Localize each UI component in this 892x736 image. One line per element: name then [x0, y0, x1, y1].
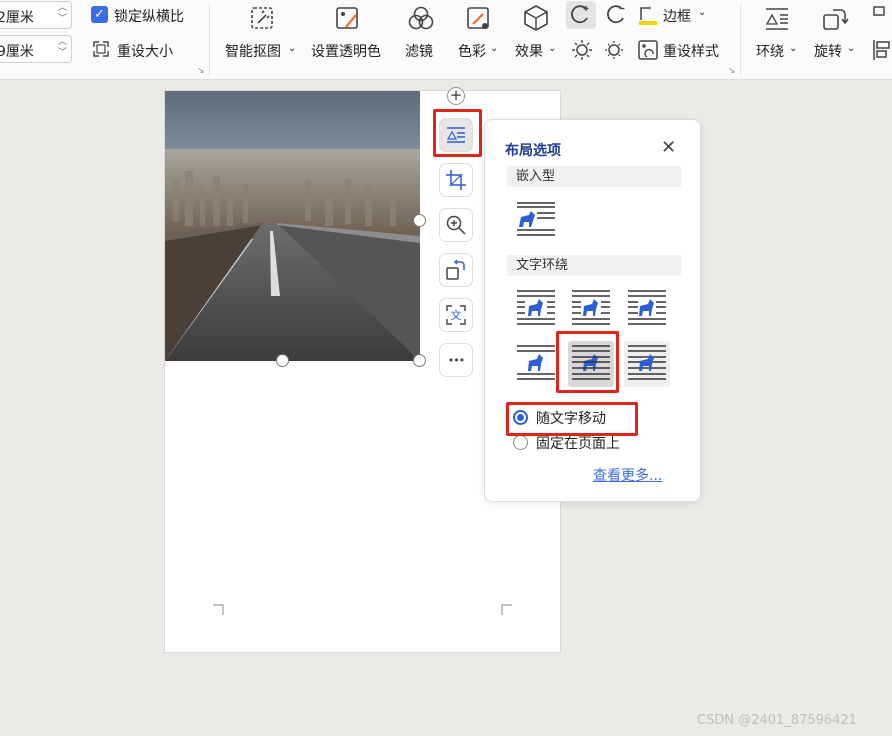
layout-options-button[interactable] — [439, 118, 473, 152]
through-wrap-icon — [628, 290, 666, 325]
inserted-picture[interactable] — [165, 91, 420, 361]
contrast-up-icon[interactable] — [570, 38, 594, 62]
crop-icon — [446, 170, 466, 190]
effect-button[interactable]: 效果 — [515, 41, 543, 61]
width-spinner[interactable]: 9厘米 ︿ ﹀ — [0, 35, 72, 63]
brightness-down-icon[interactable] — [602, 1, 632, 29]
more-options-button[interactable]: ••• — [439, 343, 473, 377]
height-spinner[interactable]: 2厘米 ︿ ﹀ — [0, 1, 72, 29]
tight-wrap-icon — [572, 290, 610, 325]
watermark-text: CSDN @2401_87596421 — [697, 713, 857, 728]
ribbon-separator — [740, 4, 741, 76]
add-button[interactable]: + — [447, 87, 465, 105]
svg-text:文: 文 — [451, 308, 462, 322]
resize-handle-right[interactable] — [413, 214, 426, 227]
smart-cutout-icon[interactable] — [249, 5, 277, 33]
move-with-text-label[interactable]: 随文字移动 — [536, 408, 606, 428]
extract-text-button[interactable]: 文 — [439, 298, 473, 332]
brightness-up-icon — [571, 5, 589, 24]
more-icon: ••• — [447, 353, 465, 367]
chevron-down-icon[interactable]: ⌄ — [698, 7, 706, 18]
wrap-option-top-bottom[interactable] — [513, 341, 559, 387]
chevron-down-icon[interactable]: ⌄ — [789, 43, 797, 54]
reset-size-icon[interactable] — [92, 40, 110, 58]
dialog-launcher-icon[interactable]: ↘ — [197, 66, 205, 76]
color-button[interactable]: 色彩 — [458, 41, 486, 61]
border-button[interactable]: 边框 — [663, 6, 691, 26]
ribbon-toolbar: 2厘米 ︿ ﹀ 9厘米 ︿ ﹀ ✓ 锁定纵横比 重设大小 ↘ 智能抠图 ⌄ 设置透明… — [0, 0, 892, 80]
effect-cube-icon[interactable] — [522, 3, 550, 33]
dialog-launcher-icon[interactable]: ↘ — [728, 66, 736, 76]
inline-wrap-icon — [517, 202, 555, 236]
color-icon[interactable] — [465, 5, 493, 33]
ribbon-separator — [209, 4, 210, 76]
margin-corner-mark — [501, 604, 512, 615]
zoom-in-icon — [446, 215, 466, 235]
chevron-down-icon[interactable]: ⌄ — [288, 43, 296, 54]
set-transparent-icon[interactable] — [334, 5, 362, 33]
wrap-option-tight[interactable] — [568, 286, 614, 332]
zoom-button[interactable] — [439, 208, 473, 242]
inline-section-header: 嵌入型 — [507, 166, 681, 187]
border-pen-icon[interactable] — [637, 4, 659, 26]
wrap-option-in-front-of-text[interactable] — [624, 341, 670, 387]
chevron-down-icon[interactable]: ⌄ — [490, 43, 498, 54]
behind-text-wrap-icon — [572, 345, 610, 380]
margin-corner-mark — [213, 604, 224, 615]
lock-ratio-label[interactable]: 锁定纵横比 — [114, 6, 184, 26]
resize-handle-bottom[interactable] — [276, 354, 289, 367]
smart-cutout-button[interactable]: 智能抠图 — [225, 41, 281, 61]
increase-brightness-button[interactable] — [566, 1, 596, 29]
wrap-text-icon[interactable] — [763, 5, 791, 33]
wrap-option-inline[interactable] — [513, 197, 559, 243]
top-bottom-wrap-icon — [517, 345, 555, 380]
chevron-down-icon[interactable]: ⌄ — [847, 43, 855, 54]
height-value[interactable]: 2厘米 — [0, 7, 34, 27]
panel-title: 布局选项 — [505, 143, 561, 159]
fix-on-page-label[interactable]: 固定在页面上 — [536, 433, 620, 453]
width-value[interactable]: 9厘米 — [0, 41, 34, 61]
crop-button[interactable] — [439, 163, 473, 197]
wrap-button[interactable]: 环绕 — [756, 41, 784, 61]
move-with-text-radio[interactable] — [513, 410, 528, 425]
filter-icon[interactable] — [407, 5, 435, 33]
filter-button[interactable]: 滤镜 — [405, 41, 433, 61]
contrast-down-icon[interactable] — [602, 38, 626, 62]
square-wrap-icon — [517, 290, 555, 325]
group-icon[interactable] — [872, 38, 892, 62]
text-wrap-section-header: 文字环绕 — [507, 255, 681, 276]
city-road-image — [165, 91, 420, 361]
set-transparent-button[interactable]: 设置透明色 — [311, 41, 381, 61]
close-icon[interactable]: ✕ — [661, 139, 676, 157]
reset-style-button[interactable]: 重设样式 — [663, 41, 719, 61]
spinner-arrows-icon[interactable]: ︿ ﹀ — [58, 37, 67, 59]
wrap-option-through[interactable] — [624, 286, 670, 332]
spinner-arrows-icon[interactable]: ︿ ﹀ — [58, 3, 67, 25]
see-more-link[interactable]: 查看更多... — [593, 465, 662, 485]
reset-style-icon[interactable] — [637, 39, 659, 61]
rotate-button[interactable]: 旋转 — [814, 41, 842, 61]
resize-handle-bottom-right[interactable] — [413, 354, 426, 367]
rotate-picture-icon — [446, 259, 465, 280]
reset-size-label[interactable]: 重设大小 — [117, 41, 173, 61]
fix-on-page-radio[interactable] — [513, 435, 528, 450]
layout-options-panel: 布局选项 ✕ 嵌入型 文字环绕 随文字移动 固定在页面上 查看更多... — [484, 119, 701, 502]
layout-options-icon — [446, 127, 465, 143]
lock-ratio-checkbox[interactable]: ✓ — [91, 6, 108, 23]
rotate-icon[interactable] — [821, 5, 849, 33]
rotate-picture-button[interactable] — [439, 253, 473, 287]
align-icon[interactable] — [872, 4, 892, 28]
wrap-option-square[interactable] — [513, 286, 559, 332]
wrap-option-behind-text[interactable] — [568, 341, 614, 387]
chevron-down-icon[interactable]: ⌄ — [548, 43, 556, 54]
extract-text-icon: 文 — [446, 305, 466, 325]
in-front-wrap-icon — [628, 345, 666, 380]
